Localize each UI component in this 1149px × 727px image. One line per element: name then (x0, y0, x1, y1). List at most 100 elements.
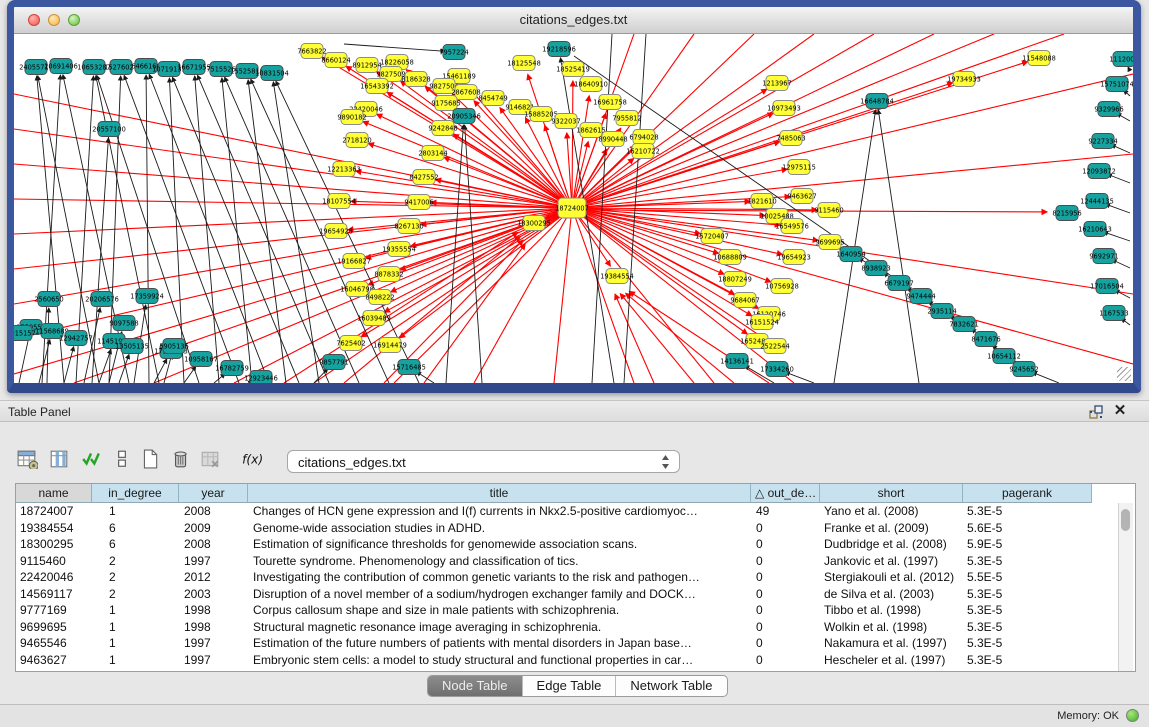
graph-edge[interactable] (195, 76, 219, 383)
graph-node-label: 20557100 (92, 125, 126, 133)
graph-edge[interactable] (567, 133, 572, 208)
graph-edge[interactable] (1105, 204, 1130, 213)
graph-node-label: 16549576 (775, 222, 809, 230)
column-header-short[interactable]: short (820, 484, 963, 503)
graph-edge[interactable] (474, 208, 572, 383)
graph-edge[interactable] (572, 201, 750, 208)
svg-text:f(x): f(x) (242, 452, 262, 466)
table-row[interactable]: 911546021997Tourette syndrome. Phenomeno… (16, 553, 1116, 570)
graph-edge[interactable] (878, 110, 919, 383)
function-icon[interactable]: f(x) (240, 449, 266, 474)
table-row[interactable]: 2242004622012Investigating the contribut… (16, 569, 1116, 586)
resize-grip-icon[interactable] (1117, 367, 1131, 381)
graph-edge[interactable] (572, 34, 754, 208)
graph-node-label: 12942757 (59, 334, 93, 342)
graph-edge[interactable] (615, 294, 654, 383)
tab-network-table[interactable]: Network Table (616, 676, 726, 696)
column-header-name[interactable]: name (16, 484, 92, 503)
graph-edge[interactable] (572, 34, 1064, 208)
cell-title: Estimation of significance thresholds fo… (248, 536, 751, 553)
graph-node-label: 17359924 (130, 292, 164, 300)
rows-icon[interactable] (111, 449, 137, 474)
vertical-scrollbar[interactable] (1118, 503, 1133, 671)
graph-edge[interactable] (400, 208, 572, 338)
graph-edge[interactable] (1032, 372, 1059, 383)
column-header-title[interactable]: title (248, 484, 751, 503)
graph-node-label: 17016504 (1090, 282, 1124, 290)
graph-node-label: 19654928 (319, 227, 353, 235)
table-select-dropdown[interactable]: citations_edges.txt (287, 450, 680, 473)
column-header-pagerank[interactable]: pagerank (963, 484, 1092, 503)
select-checks-icon[interactable] (80, 449, 106, 474)
graph-node-label: 16151524 (745, 318, 779, 326)
table-row[interactable]: 1456911722003Disruption of a novel membe… (16, 586, 1116, 603)
graph-edge[interactable] (222, 78, 252, 383)
graph-node-label: 7955812 (612, 114, 641, 122)
graph-edge[interactable] (444, 157, 572, 208)
graph-node-label: 18226058 (380, 58, 414, 66)
graph-node-label: 9329966 (1094, 105, 1123, 113)
graph-edge[interactable] (344, 44, 445, 51)
graph-node-label: 8912954 (352, 61, 381, 69)
table-disabled-icon[interactable] (199, 449, 225, 474)
graph-edge[interactable] (528, 74, 572, 208)
graph-edge[interactable] (64, 347, 74, 383)
graph-edge[interactable] (620, 294, 694, 383)
cell-pagerank: 5.5E-5 (963, 569, 1092, 586)
scrollbar-thumb[interactable] (1121, 509, 1130, 531)
graph-edge[interactable] (184, 366, 196, 383)
graph-node-label: 8267130 (394, 222, 423, 230)
graph-edge[interactable] (572, 96, 589, 208)
graph-edge[interactable] (1107, 174, 1130, 183)
table-row[interactable]: 1830029562008Estimation of significance … (16, 536, 1116, 553)
cell-short: Yano et al. (2008) (820, 503, 963, 520)
network-graph[interactable]: 7663822866012489129541822605898275098186… (14, 34, 1133, 383)
graph-edge[interactable] (572, 34, 814, 208)
close-icon[interactable]: ✕ (1112, 402, 1128, 420)
stepper-arrows-icon (661, 454, 670, 470)
graph-edge[interactable] (424, 244, 525, 383)
cell-short: de Silva et al. (2003) (820, 586, 963, 603)
graph-edge[interactable] (572, 81, 573, 208)
graph-edge[interactable] (572, 208, 634, 383)
cell-in_degree: 2 (92, 553, 179, 570)
graph-edge[interactable] (1128, 67, 1130, 71)
new-file-icon[interactable] (139, 449, 165, 474)
cell-title: Changes of HCN gene expression and I(f) … (248, 503, 751, 520)
cell-pagerank: 5.3E-5 (963, 602, 1092, 619)
graph-edge[interactable] (572, 208, 1133, 364)
table-row[interactable]: 969969511998Structural magnetic resonanc… (16, 619, 1116, 636)
trash-icon[interactable] (169, 449, 195, 474)
tab-edge-table[interactable]: Edge Table (523, 676, 617, 696)
graph-edge[interactable] (785, 372, 814, 383)
graph-node-label: 19734933 (947, 75, 981, 83)
graph-edge[interactable] (19, 336, 29, 383)
table-row[interactable]: 1938455462009Genome-wide association stu… (16, 520, 1116, 537)
graph-edge[interactable] (368, 144, 572, 208)
graph-node-label: 9245652 (1009, 365, 1038, 373)
tab-node-table[interactable]: Node Table (428, 676, 523, 696)
float-panel-icon[interactable] (1088, 404, 1104, 420)
graph-node-label: 9684067 (730, 296, 759, 304)
graph-edge[interactable] (14, 199, 572, 208)
cell-pagerank: 5.6E-5 (963, 520, 1092, 537)
graph-edge[interactable] (14, 129, 572, 208)
graph-node-label: 16961758 (593, 98, 627, 106)
network-window-titlebar[interactable]: citations_edges.txt (14, 7, 1133, 34)
column-header-out_de[interactable]: △ out_de… (751, 484, 820, 503)
table-row[interactable]: 1872400712008Changes of HCN gene express… (16, 503, 1116, 520)
graph-node-label: 19384554 (600, 272, 634, 280)
table-row[interactable]: 977716911998Corpus callosum shape and si… (16, 602, 1116, 619)
table-row[interactable]: 946362711997Embryonic stem cells: a mode… (16, 652, 1116, 669)
table-settings-icon[interactable] (16, 449, 42, 474)
column-header-in_degree[interactable]: in_degree (92, 484, 179, 503)
graph-edge[interactable] (234, 208, 572, 383)
table-row[interactable]: 946554611997Estimation of the future num… (16, 635, 1116, 652)
graph-edge[interactable] (572, 208, 794, 383)
network-canvas[interactable]: 7663822866012489129541822605898275098186… (14, 34, 1133, 383)
table-columns-icon[interactable] (48, 449, 74, 474)
graph-edge[interactable] (453, 134, 572, 208)
graph-edge[interactable] (149, 74, 269, 383)
graph-edge[interactable] (14, 164, 572, 208)
column-header-year[interactable]: year (179, 484, 248, 503)
